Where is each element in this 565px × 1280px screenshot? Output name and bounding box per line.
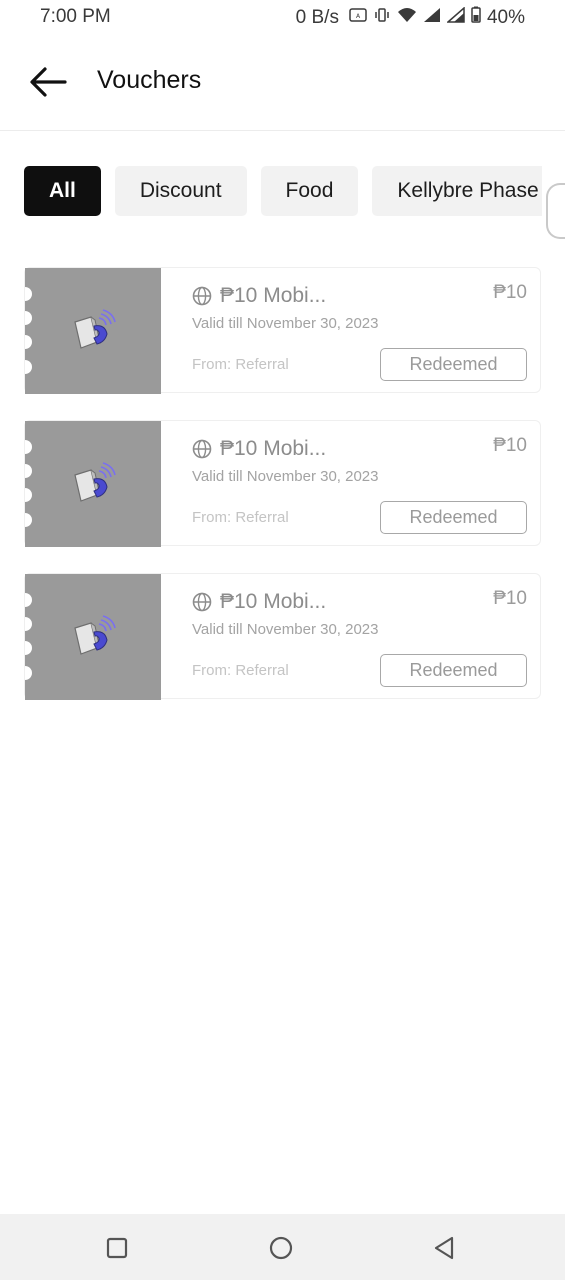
- globe-icon: [192, 439, 212, 459]
- voucher-card[interactable]: ₱10 Mobi... ₱10 Valid till November 30, …: [24, 573, 541, 700]
- page-title: Vouchers: [97, 66, 202, 94]
- chip-all[interactable]: All: [24, 166, 101, 216]
- redeemed-button[interactable]: Redeemed: [380, 348, 527, 381]
- voucher-amount: ₱10: [493, 435, 527, 456]
- voucher-title: ₱10 Mobi...: [220, 590, 327, 613]
- mobile-load-icon: [74, 462, 116, 502]
- voucher-amount: ₱10: [493, 588, 527, 609]
- svg-text:A: A: [356, 13, 361, 20]
- arrow-left-icon: [30, 67, 67, 97]
- voucher-source: From: Referral: [192, 509, 289, 526]
- battery-icon: [471, 6, 481, 29]
- voucher-source: From: Referral: [192, 662, 289, 679]
- voucher-amount: ₱10: [493, 282, 527, 303]
- voucher-validity: Valid till November 30, 2023: [192, 315, 379, 332]
- back-button[interactable]: [26, 62, 70, 102]
- voucher-card[interactable]: ₱10 Mobi... ₱10 Valid till November 30, …: [24, 420, 541, 547]
- wifi-icon: [397, 7, 417, 29]
- home-button[interactable]: [267, 1234, 295, 1262]
- voucher-card[interactable]: ₱10 Mobi... ₱10 Valid till November 30, …: [24, 267, 541, 394]
- status-icons: 0 B/s A 40%: [295, 5, 525, 29]
- voucher-source: From: Referral: [192, 356, 289, 373]
- voucher-details: ₱10 Mobi... ₱10 Valid till November 30, …: [192, 421, 540, 547]
- voucher-validity: Valid till November 30, 2023: [192, 468, 379, 485]
- auto-icon: A: [349, 7, 367, 29]
- status-bar: 7:00 PM 0 B/s A 40%: [0, 0, 565, 34]
- voucher-details: ₱10 Mobi... ₱10 Valid till November 30, …: [192, 574, 540, 700]
- voucher-details: ₱10 Mobi... ₱10 Valid till November 30, …: [192, 268, 540, 394]
- vibrate-icon: [373, 7, 391, 29]
- status-time: 7:00 PM: [40, 6, 111, 27]
- redeemed-button[interactable]: Redeemed: [380, 654, 527, 687]
- voucher-image: [25, 268, 161, 394]
- voucher-title: ₱10 Mobi...: [220, 437, 327, 460]
- recents-square-icon: [106, 1237, 128, 1259]
- voucher-image: [25, 574, 161, 700]
- back-triangle-icon: [434, 1236, 454, 1260]
- voucher-image: [25, 421, 161, 547]
- signal-icon: [445, 5, 465, 29]
- battery-percent: 40%: [486, 6, 525, 28]
- globe-icon: [192, 592, 212, 612]
- home-circle-icon: [269, 1236, 293, 1260]
- chip-food[interactable]: Food: [260, 166, 359, 216]
- chip-kellybre-phase[interactable]: Kellybre Phase: [372, 166, 542, 216]
- voucher-validity: Valid till November 30, 2023: [192, 621, 379, 638]
- chip-discount[interactable]: Discount: [114, 166, 247, 216]
- network-speed: 0 B/s: [295, 6, 339, 28]
- mobile-load-icon: [74, 309, 116, 349]
- filter-chips: All Discount Food Kellybre Phase: [24, 166, 542, 216]
- voucher-title: ₱10 Mobi...: [220, 284, 327, 307]
- signal-icon: [423, 7, 441, 29]
- system-back-button[interactable]: [430, 1234, 458, 1262]
- header: Vouchers: [0, 34, 565, 131]
- globe-icon: [192, 286, 212, 306]
- mobile-load-icon: [74, 615, 116, 655]
- redeemed-button[interactable]: Redeemed: [380, 501, 527, 534]
- system-nav-bar: [0, 1214, 565, 1280]
- recents-button[interactable]: [103, 1234, 131, 1262]
- voucher-list: ₱10 Mobi... ₱10 Valid till November 30, …: [24, 267, 541, 726]
- side-scroll-handle[interactable]: [546, 183, 565, 239]
